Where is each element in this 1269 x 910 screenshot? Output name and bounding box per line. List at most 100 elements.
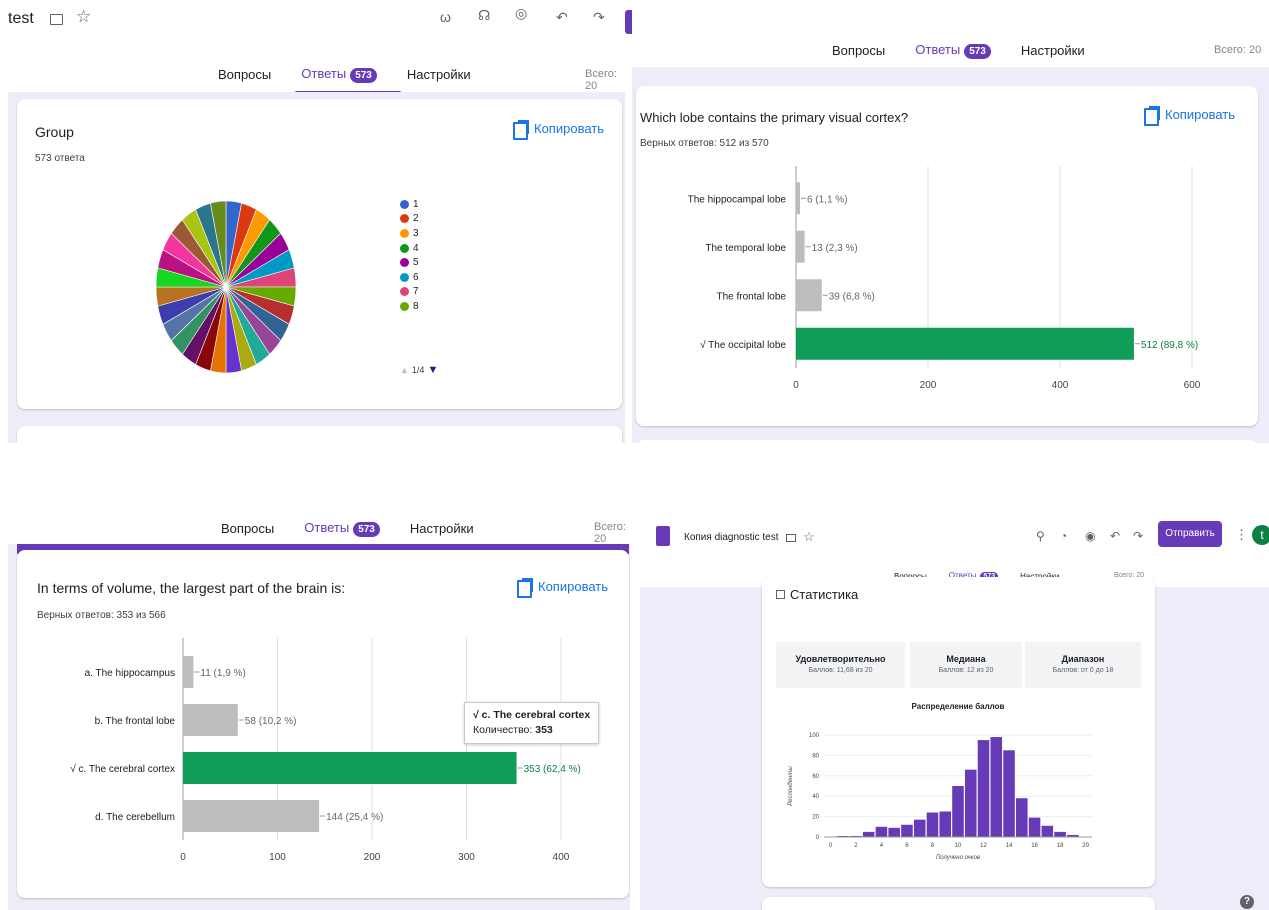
preview-icon[interactable]: ◉ [1085,529,1095,543]
stat-range-value: Баллов: от 0 до 18 [1052,667,1114,674]
x-tick-label: 14 [1006,843,1013,849]
tooltip-value: Количество: 353 [473,723,590,738]
data-label: 6 (1,1 %) [807,194,848,205]
data-label: 58 (10,2 %) [245,716,297,727]
bar [183,752,517,784]
histogram-bar [913,819,926,837]
bar [796,327,1134,360]
tab-answers-label: Ответы [301,66,347,81]
card-title: Group [35,124,74,140]
tab-questions[interactable]: Вопросы [212,67,277,90]
legend-pager: ▲ 1/4 ▼ [400,364,438,376]
panel-top-left: test ☆ ω ☊ ◎ ↶ ↷ Вопросы Ответы 573 Настр… [0,0,632,443]
folder-icon[interactable] [786,534,796,542]
legend-item: 6 [400,270,419,285]
folder-icon[interactable] [50,14,63,25]
panel-top-right: Вопросы Ответы 573 Настройки Всего: 20 Wh… [632,0,1269,443]
y-tick-label: 60 [812,774,819,780]
x-tick-label: 16 [1031,843,1038,849]
more-options-icon[interactable]: ⋮ [1235,527,1248,543]
legend-label: 2 [413,213,419,225]
x-tick-label: 0 [180,852,186,863]
form-title[interactable]: test [8,10,34,28]
total-points: Всего: 20 [1214,44,1262,56]
tab-questions[interactable]: Вопросы [826,43,891,66]
x-tick-label: 600 [1184,380,1201,391]
histogram-bar [990,737,1003,837]
total-points: Всего: 20 [585,68,617,92]
tab-bar: Вопросы Ответы573 Настройки [212,66,477,94]
x-tick-label: 8 [931,843,935,849]
y-tick-label: 100 [809,733,820,739]
tab-settings[interactable]: Настройки [1015,43,1091,66]
tab-answers[interactable]: Ответы573 [298,520,404,548]
copy-button[interactable]: Копировать [513,120,604,140]
card-subtitle: Верных ответов: 512 из 570 [640,138,769,149]
next-card-peek [636,440,1258,443]
legend-item: 5 [400,255,419,270]
y-tick-label: 80 [812,753,819,759]
legend-swatch [400,199,409,209]
group-card: Group 573 ответа Копировать 1 2 3 4 5 6 7 8 ▲ 1… [17,99,622,409]
card-subtitle: 573 ответа [35,153,85,164]
star-icon[interactable]: ☆ [803,529,815,545]
avatar[interactable]: t [1252,525,1269,545]
panel-bottom-right: Копия diagnostic test ☆ ⚲ ◔ ◉ ↶ ↷ Отправ… [640,505,1269,910]
copy-icon [513,120,529,140]
pager-down-icon[interactable]: ▼ [427,364,438,376]
tab-answers[interactable]: Ответы573 [909,42,1015,70]
stat-median-value: Баллов: 12 из 20 [938,667,994,674]
legend-swatch [400,258,409,268]
category-label: d. The cerebellum [95,812,175,823]
x-tick-label: 400 [553,852,570,863]
stat-median: Медиана Баллов: 12 из 20 [910,642,1022,688]
redo-icon[interactable]: ↷ [593,9,605,26]
tooltip-label: Количество: [473,724,536,736]
histogram-bar [875,826,888,837]
statistics-card: Статистика Удовлетворительно Баллов: 11,… [762,577,1155,887]
answers-bar-chart: 0 100 200 300 400 a. The hippocampus 11 (1,9 %… [70,638,581,863]
data-label: 13 (2,3 %) [812,243,858,254]
copy-button[interactable]: Копировать [1144,106,1235,126]
copy-button-label: Копировать [1165,107,1235,122]
stat-range: Диапазон Баллов: от 0 до 18 [1025,642,1141,688]
tooltip-title: √ c. The cerebral cortex [473,709,591,721]
redo-icon[interactable]: ↷ [1133,529,1143,543]
answers-count-badge: 573 [964,44,991,59]
pager-up-icon[interactable]: ▲ [400,365,409,375]
undo-icon[interactable]: ↶ [556,9,568,26]
legend-swatch [400,214,409,224]
send-button-edge[interactable] [625,10,632,34]
total-points: Всего: 20 [594,521,626,545]
copy-button[interactable]: Копировать [517,578,608,598]
x-tick-label: 6 [905,843,909,849]
x-tick-label: 300 [458,852,475,863]
y-tick-label: 0 [816,835,820,841]
tab-bar: Вопросы Ответы573 Настройки [215,520,480,548]
tab-answers[interactable]: Ответы573 [295,66,401,94]
next-card-peek [17,426,622,443]
tab-settings[interactable]: Настройки [401,67,477,90]
palette-icon[interactable]: ☊ [478,7,490,24]
form-title[interactable]: Копия diagnostic test [684,532,779,543]
y-tick-label: 40 [812,794,819,800]
undo-icon[interactable]: ↶ [1110,529,1120,543]
palette-icon[interactable]: ◔ [1060,529,1067,543]
preview-icon[interactable]: ◎ [515,5,527,22]
visual-cortex-card: Which lobe contains the primary visual c… [636,86,1258,426]
help-icon[interactable]: ? [1240,895,1254,909]
answers-count-badge: 573 [350,68,377,83]
tab-questions[interactable]: Вопросы [215,521,280,544]
answers-bar-chart: 0 200 400 600 The hippocampal lobe 6 (1,1 %) T… [688,166,1201,391]
tab-settings[interactable]: Настройки [404,521,480,544]
x-tick-label: 2 [854,843,858,849]
star-icon[interactable]: ☆ [76,7,91,27]
histogram-bar [901,824,913,837]
category-label: a. The hippocampus [85,668,175,679]
send-button[interactable]: Отправить [1158,521,1222,547]
addon-icon[interactable]: ⚲ [1036,529,1045,543]
data-label: 353 (62,4 %) [524,764,581,775]
addon-icon[interactable]: ω [440,9,451,25]
legend-item: 4 [400,241,419,256]
legend-swatch [400,287,409,297]
